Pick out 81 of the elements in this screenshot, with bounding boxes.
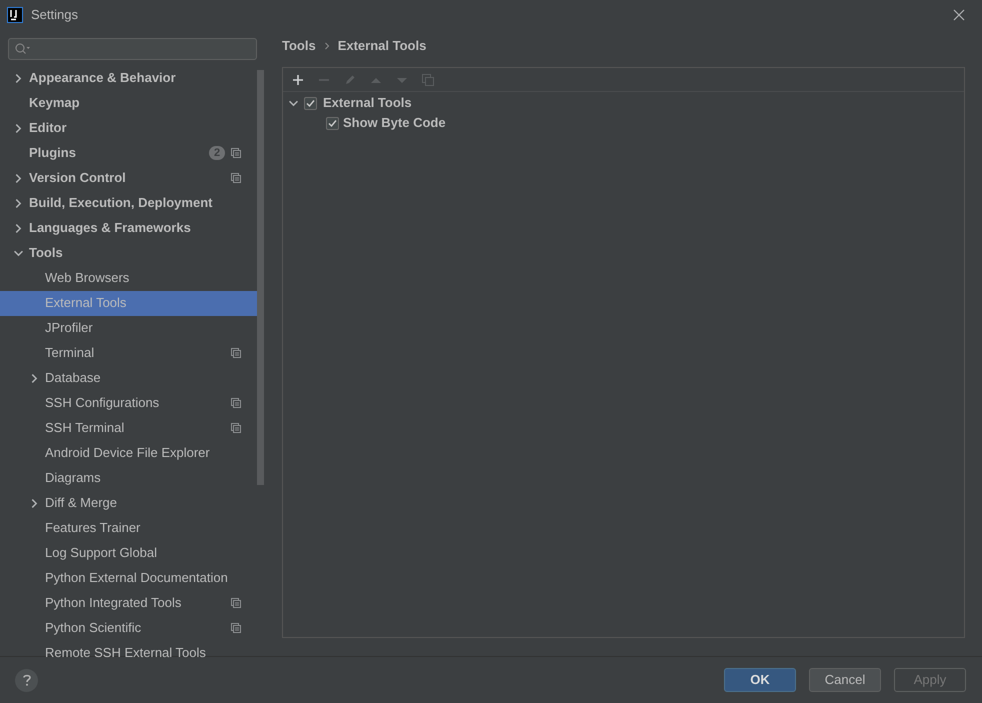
sidebar-label: SSH Terminal [45, 419, 124, 438]
sidebar-item[interactable]: Python Scientific [0, 616, 257, 640]
tree-row[interactable]: Show Byte Code [283, 113, 964, 133]
chevron-right-icon[interactable] [14, 198, 23, 208]
sidebar-item[interactable]: SSH Configurations [0, 390, 257, 416]
sidebar-item[interactable]: Appearance & Behavior [0, 66, 257, 90]
project-settings-icon [231, 148, 241, 158]
chevron-right-icon[interactable] [14, 174, 23, 182]
sidebar-item[interactable]: SSH Terminal [0, 416, 257, 440]
sidebar-label: Build, Execution, Deployment [29, 194, 212, 212]
sidebar-label: Log Support Global [45, 544, 158, 562]
sidebar-label: SSH Configurations [45, 394, 160, 412]
sidebar-label: Android Device File Explorer [45, 444, 210, 462]
dialog-button[interactable]: OK [724, 668, 796, 692]
sidebar-label: Editor [29, 119, 67, 138]
close-icon[interactable] [953, 9, 965, 21]
window-title: Settings [31, 6, 78, 24]
breadcrumb-item: Tools [282, 37, 316, 56]
project-settings-icon [231, 348, 241, 358]
sidebar-item[interactable]: Keymap [0, 90, 257, 116]
sidebar-item[interactable]: Tools [0, 240, 257, 266]
project-settings-icon [231, 173, 241, 183]
search-field[interactable] [8, 38, 257, 60]
sidebar-item[interactable]: Python External Documentation [0, 566, 257, 590]
sidebar-item[interactable]: Database [0, 366, 257, 390]
chevron-right-icon[interactable] [14, 124, 23, 132]
sidebar-item[interactable]: Terminal [0, 340, 257, 366]
scrollbar-thumb[interactable] [257, 70, 264, 485]
chevron-right-icon[interactable] [30, 374, 39, 382]
sidebar-item[interactable]: Web Browsers [0, 266, 257, 290]
checkbox[interactable] [326, 116, 339, 130]
sidebar-label: Python Scientific [45, 619, 142, 638]
sidebar-item[interactable]: Log Support Global [0, 540, 257, 566]
project-settings-icon [231, 623, 241, 633]
sidebar-label: External Tools [45, 294, 126, 312]
sidebar-label: Tools [29, 244, 63, 262]
sidebar-item[interactable]: Diagrams [0, 466, 257, 490]
sidebar-item[interactable]: Python Integrated Tools [0, 590, 257, 616]
sidebar-label: Languages & Frameworks [29, 219, 191, 238]
tree-label: Show Byte Code [343, 114, 446, 132]
sidebar-item[interactable]: Android Device File Explorer [0, 440, 257, 466]
help-button[interactable] [15, 668, 38, 692]
sidebar-label: Diff & Merge [45, 494, 118, 512]
sidebar-label: Web Browsers [45, 269, 130, 288]
sidebar-label: Python External Documentation [45, 569, 228, 588]
chevron-down-icon[interactable] [289, 98, 298, 108]
sidebar-label: Diagrams [45, 469, 101, 488]
sidebar-label: Version Control [29, 169, 126, 188]
project-settings-icon [231, 598, 241, 608]
sidebar-item[interactable]: Languages & Frameworks [0, 216, 257, 240]
sidebar-item[interactable]: Version Control [0, 166, 257, 190]
sidebar-item[interactable]: Features Trainer [0, 516, 257, 540]
tree-row[interactable]: External Tools [283, 93, 964, 113]
breadcrumb-item: External Tools [338, 37, 426, 56]
chevron-right-icon[interactable] [14, 224, 23, 232]
checkbox[interactable] [304, 96, 317, 110]
sidebar-label: Plugins [29, 144, 76, 162]
sidebar-label: Features Trainer [45, 519, 140, 538]
sidebar-item[interactable]: JProfiler [0, 316, 257, 340]
project-settings-icon [231, 423, 241, 433]
sidebar-label: Terminal [45, 344, 94, 362]
chevron-right-icon[interactable] [14, 74, 23, 82]
sidebar-item[interactable]: Diff & Merge [0, 490, 257, 516]
sidebar-label: Remote SSH External Tools [45, 644, 206, 662]
sidebar-label: JProfiler [45, 319, 93, 338]
dialog-button[interactable]: Cancel [809, 668, 881, 692]
sidebar-label: Keymap [29, 94, 80, 112]
chevron-right-icon [324, 42, 330, 50]
sidebar-label: Python Integrated Tools [45, 594, 182, 612]
sidebar-item[interactable]: Build, Execution, Deployment [0, 190, 257, 216]
chevron-right-icon[interactable] [30, 498, 39, 508]
chevron-down-icon[interactable] [14, 248, 23, 258]
sidebar-item[interactable]: Editor [0, 116, 257, 140]
app-logo-icon [7, 7, 23, 23]
sidebar-label: Appearance & Behavior [29, 69, 176, 88]
tree-label: External Tools [323, 94, 412, 112]
project-settings-icon [231, 398, 241, 408]
sidebar-item[interactable]: Remote SSH External Tools [0, 640, 257, 666]
sidebar-label: Database [45, 369, 101, 388]
search-icon [15, 42, 31, 55]
help-icon [22, 674, 30, 686]
